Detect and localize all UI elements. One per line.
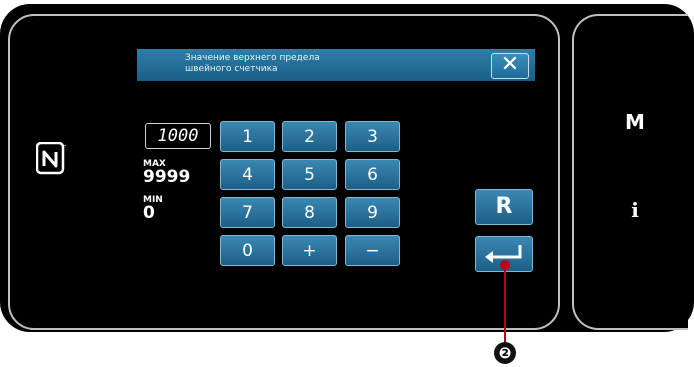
mode-button[interactable]: M [620, 110, 650, 134]
max-value: 9999 [143, 167, 191, 187]
key-2[interactable]: 2 [282, 121, 337, 152]
callout-dot [500, 260, 510, 270]
key-0[interactable]: 0 [220, 235, 275, 266]
info-button[interactable]: i [620, 198, 650, 222]
key-7[interactable]: 7 [220, 197, 275, 228]
dialog-header: Значение верхнего предела швейного счетч… [137, 49, 535, 81]
value-display: 1000 [145, 123, 211, 149]
key-8[interactable]: 8 [282, 197, 337, 228]
min-value: 0 [143, 203, 155, 223]
key-plus[interactable]: + [282, 235, 337, 266]
callout-number: ❷ [494, 342, 516, 364]
nfc-icon: ™ [35, 141, 67, 176]
key-5[interactable]: 5 [282, 159, 337, 190]
side-panel [572, 14, 688, 330]
key-minus[interactable]: − [345, 235, 400, 266]
key-1[interactable]: 1 [220, 121, 275, 152]
svg-text:™: ™ [63, 144, 66, 149]
callout-line [504, 264, 506, 346]
key-6[interactable]: 6 [345, 159, 400, 190]
key-4[interactable]: 4 [220, 159, 275, 190]
close-button[interactable]: ✕ [491, 53, 529, 79]
close-icon: ✕ [500, 52, 520, 77]
key-3[interactable]: 3 [345, 121, 400, 152]
reset-button[interactable]: R [475, 189, 533, 225]
dialog-title: Значение верхнего предела швейного счетч… [185, 53, 320, 74]
key-9[interactable]: 9 [345, 197, 400, 228]
